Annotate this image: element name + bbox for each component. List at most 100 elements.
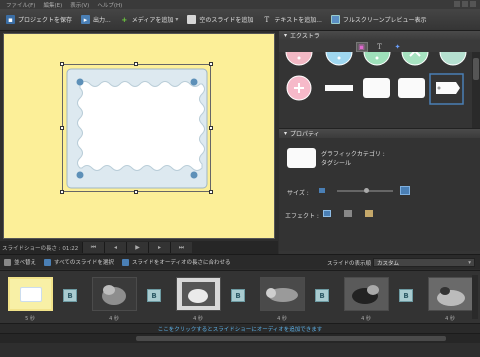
graphic-preview-thumb (287, 148, 316, 168)
first-slide-button[interactable]: ⏮ (82, 242, 104, 253)
transition-button-1[interactable]: B (63, 289, 77, 302)
effect-none-button[interactable] (323, 210, 331, 217)
minimize-icon[interactable] (454, 1, 460, 7)
effect-gray-button[interactable] (344, 210, 352, 217)
slide-duration-4[interactable]: 4 秒 (270, 315, 294, 322)
display-order-label: スライドの表示順 : (327, 261, 375, 267)
collapse-triangle-icon: ▾ (284, 130, 288, 137)
slide-duration-6[interactable]: 4 秒 (438, 315, 462, 322)
close-icon[interactable] (470, 1, 476, 7)
slide-duration-1[interactable]: 5 秒 (18, 315, 42, 322)
collapse-triangle-icon: ▾ (284, 32, 288, 39)
slide-duration-5[interactable]: 4 秒 (354, 315, 378, 322)
app-window: { "menu": ["ファイル(F)", "編集(E)", "表示(V)", … (0, 0, 480, 357)
tag-thumb (20, 287, 42, 302)
resize-handle-br[interactable] (209, 190, 213, 194)
graphic-thumbnails (285, 52, 467, 105)
resize-handle-tl[interactable] (60, 62, 64, 66)
transition-button-5[interactable]: B (399, 289, 413, 302)
slide-duration-2[interactable]: 4 秒 (102, 315, 126, 322)
slide-options-bar: 並べ替え すべてのスライドを選択 スライドをオーディオの長さに合わせる スライド… (0, 254, 480, 269)
size-slider[interactable] (337, 188, 393, 193)
select-all-slides-button[interactable]: すべてのスライドを選択 (44, 258, 114, 266)
cat-photo-2 (93, 278, 136, 310)
prev-slide-button[interactable]: ◂ (104, 242, 126, 253)
save-project-button[interactable]: ▪ プロジェクトを保存 (6, 15, 72, 24)
fullscreen-preview-button[interactable]: フルスクリーンプレビュー表示 (330, 15, 427, 24)
filmstrip-vscroll[interactable] (472, 275, 478, 319)
add-audio-hint: ここをクリックするとスライドショーにオーディオを追加できます (157, 326, 323, 333)
play-icon: ▶ (135, 244, 140, 251)
menu-view[interactable]: 表示(V) (70, 1, 89, 9)
transition-button-4[interactable]: B (315, 289, 329, 302)
output-label: 出力... (93, 17, 111, 24)
slide-preview[interactable] (3, 33, 275, 239)
step-back-icon: ◂ (113, 244, 117, 251)
slide-thumbnail-5[interactable] (344, 277, 389, 311)
extras-scroll-thumb[interactable] (473, 58, 479, 80)
effects-tab-icon[interactable]: ✦ (392, 42, 404, 52)
output-icon: ▸ (81, 15, 91, 24)
slide-duration-3[interactable]: 4 秒 (186, 315, 210, 322)
output-button[interactable]: ▸ 出力... (81, 15, 111, 24)
size-large-icon (400, 186, 410, 195)
extras-scrollbar[interactable] (472, 52, 480, 128)
menu-edit[interactable]: 編集(E) (43, 1, 62, 9)
fullscreen-preview-label: フルスクリーンプレビュー表示 (342, 17, 427, 24)
extras-header[interactable]: ▾ エクストラ (279, 31, 480, 40)
extras-title: エクストラ (290, 33, 320, 40)
step-forward-icon: ▸ (157, 244, 161, 251)
add-media-button[interactable]: + メディアを追加 ▾ (120, 15, 179, 25)
slide-thumbnail-6[interactable] (428, 277, 473, 311)
add-blank-slide-button[interactable]: 空のスライドを追加 (187, 15, 253, 24)
menu-help[interactable]: ヘルプ(H) (97, 1, 122, 9)
save-project-label: プロジェクトを保存 (18, 17, 73, 24)
effect-sepia-button[interactable] (365, 210, 373, 217)
properties-title: プロパティ (290, 131, 320, 138)
playback-bar: スライドショーの長さ : 01:22 ⏮ ◂ ▶ ▸ ⏭ (0, 241, 278, 254)
chevron-down-icon: ▾ (175, 16, 179, 23)
slide-thumbnail-2[interactable] (92, 277, 137, 311)
add-text-label: テキストを追加... (274, 17, 322, 24)
size-slider-thumb[interactable] (363, 188, 369, 193)
slide-thumbnail-3[interactable] (176, 277, 221, 311)
skip-start-icon: ⏮ (90, 243, 97, 251)
status-footer (0, 343, 480, 357)
cat-photo-6 (429, 278, 472, 310)
main-toolbar: ▪ プロジェクトを保存 ▸ 出力... + メディアを追加 ▾ 空のスライドを追… (0, 9, 480, 31)
next-slide-button[interactable]: ▸ (148, 242, 170, 253)
resize-handle-t[interactable] (134, 62, 138, 66)
filmstrip-hscroll[interactable] (0, 333, 480, 343)
resize-handle-b[interactable] (134, 190, 138, 194)
menu-file[interactable]: ファイル(F) (6, 1, 35, 9)
add-text-button[interactable]: T テキストを追加... (262, 15, 322, 25)
shuffle-icon (4, 258, 11, 266)
slide-thumbnail-4[interactable] (260, 277, 305, 311)
display-order-select[interactable]: カスタム (373, 258, 475, 267)
filmstrip-scroll-thumb[interactable] (136, 336, 446, 341)
resize-handle-r[interactable] (209, 126, 213, 130)
plus-icon: + (121, 15, 128, 24)
graphics-tab-icon[interactable]: ▣ (355, 41, 368, 52)
fit-audio-icon (121, 258, 129, 266)
shuffle-label: 並べ替え (14, 260, 37, 266)
resize-handle-tr[interactable] (209, 62, 213, 66)
select-all-icon (44, 258, 52, 266)
extras-tabs: ▣ T ✦ (279, 40, 480, 52)
transition-button-3[interactable]: B (231, 289, 245, 302)
menu-bar: ファイル(F) 編集(E) 表示(V) ヘルプ(H) (0, 0, 480, 9)
properties-header[interactable]: ▾ プロパティ (279, 129, 480, 138)
fit-to-audio-button[interactable]: スライドをオーディオの長さに合わせる (121, 258, 231, 266)
resize-handle-bl[interactable] (60, 190, 64, 194)
maximize-icon[interactable] (462, 1, 468, 7)
transition-button-2[interactable]: B (147, 289, 161, 302)
blank-slide-icon (187, 15, 197, 24)
fit-audio-label: スライドをオーディオの長さに合わせる (131, 260, 231, 266)
shuffle-button[interactable]: 並べ替え (4, 258, 36, 266)
slide-thumbnail-1[interactable] (8, 277, 53, 311)
text-tab-icon[interactable]: T (374, 42, 386, 52)
last-slide-button[interactable]: ⏭ (170, 242, 192, 253)
add-audio-bar[interactable]: ここをクリックするとスライドショーにオーディオを追加できます (0, 323, 480, 333)
resize-handle-l[interactable] (60, 126, 64, 130)
play-button[interactable]: ▶ (126, 242, 148, 253)
